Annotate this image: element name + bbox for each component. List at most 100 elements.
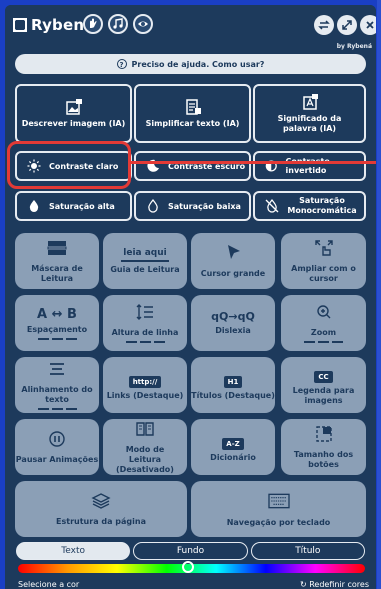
- high-saturation-button[interactable]: Saturação alta: [15, 191, 132, 221]
- reset-colors-label: Redefinir cores: [309, 580, 369, 589]
- word-meaning-label: Significado da palavra (IA): [277, 114, 342, 133]
- image-ai-icon: [65, 99, 82, 115]
- keyboard-nav-label: Navegação por teclado: [226, 517, 331, 527]
- expand-icon: [342, 20, 352, 30]
- high-saturation-label: Saturação alta: [49, 201, 115, 211]
- links-highlight-label: Links (Destaque): [106, 391, 184, 400]
- text-align-label: Alinhamento do texto: [21, 385, 93, 404]
- tab-title[interactable]: Título: [250, 542, 365, 560]
- link-icon: http://: [128, 376, 162, 388]
- low-saturation-label: Saturação baixa: [168, 201, 241, 211]
- magnify-cursor-label: Ampliar com o cursor: [291, 263, 356, 283]
- zoom-label: Zoom: [310, 328, 337, 337]
- accessibility-panel: Rybená by Rybená ? Preciso de ajuda. Com…: [5, 5, 376, 589]
- page-structure-button[interactable]: Estrutura da página: [15, 481, 187, 537]
- describe-image-label: Descrever imagem (IA): [21, 119, 126, 128]
- image-caption-button[interactable]: CC Legenda para imagens: [281, 357, 366, 413]
- sign-language-icon[interactable]: [83, 14, 103, 34]
- titles-highlight-label: Títulos (Destaque): [191, 391, 275, 400]
- cursor-icon: [228, 244, 240, 259]
- button-size-button[interactable]: Tamanho dos botões: [281, 419, 366, 475]
- reading-mode-label: Modo de Leitura (Desativado): [116, 444, 174, 474]
- simplify-text-button[interactable]: Simplificar texto (IA): [134, 84, 251, 143]
- reading-guide-label: Guia de Leitura: [110, 264, 180, 274]
- reading-guide-icon: leia aqui: [121, 248, 169, 262]
- reset-colors-button[interactable]: ↻ Redefinir cores: [300, 580, 369, 589]
- expand-button[interactable]: [337, 15, 357, 35]
- color-target-tabs: Texto Fundo Título: [16, 542, 365, 560]
- spacing-label: Espaçamento: [26, 324, 88, 334]
- dyslexia-button[interactable]: qQ→qQ Dislexia: [191, 295, 275, 351]
- rybena-logo-icon: [13, 18, 27, 32]
- reading-mask-icon: [47, 240, 67, 255]
- pause-animations-label: Pausar Animações: [15, 454, 99, 464]
- inverted-contrast-label: Contraste invertido: [285, 157, 330, 175]
- spacing-button[interactable]: A ↔ B Espaçamento: [15, 295, 99, 351]
- big-cursor-button[interactable]: Cursor grande: [191, 233, 275, 289]
- reading-mask-label: Máscara de Leitura: [31, 263, 83, 283]
- reading-mode-button[interactable]: Modo de Leitura (Desativado): [103, 419, 187, 475]
- line-height-label: Altura de linha: [111, 328, 179, 337]
- low-saturation-button[interactable]: Saturação baixa: [134, 191, 251, 221]
- byline: by Rybená: [336, 43, 372, 50]
- dictionary-ai-icon: [302, 94, 318, 110]
- settings-toggle-button[interactable]: [314, 15, 334, 35]
- text-align-icon: [50, 363, 64, 375]
- heading-icon: H1: [223, 376, 243, 388]
- panel-header: Rybená: [5, 5, 376, 45]
- zoom-icon: [316, 305, 330, 319]
- simplify-text-label: Simplificar texto (IA): [145, 119, 240, 128]
- resize-icon: [315, 425, 332, 442]
- help-button[interactable]: ? Preciso de ajuda. Como usar?: [15, 54, 366, 74]
- caption-icon: CC: [314, 371, 333, 383]
- titles-highlight-button[interactable]: H1 Títulos (Destaque): [191, 357, 275, 413]
- reading-guide-button[interactable]: leia aqui Guia de Leitura: [103, 233, 187, 289]
- page-edge: [377, 0, 381, 589]
- mono-saturation-button[interactable]: Saturação Monocromática: [253, 191, 366, 221]
- button-size-label: Tamanho dos botões: [293, 449, 354, 469]
- close-button[interactable]: [360, 15, 376, 35]
- word-meaning-button[interactable]: Significado da palavra (IA): [253, 84, 366, 143]
- reading-mask-button[interactable]: Máscara de Leitura: [15, 233, 99, 289]
- image-caption-label: Legenda para imagens: [292, 386, 355, 405]
- links-highlight-button[interactable]: http:// Links (Destaque): [103, 357, 187, 413]
- inverted-contrast-button[interactable]: Contraste invertido: [253, 151, 366, 181]
- spacing-icon: A ↔ B: [37, 306, 77, 322]
- select-color-label: Selecione a cor: [18, 580, 80, 589]
- tab-text[interactable]: Texto: [16, 542, 131, 560]
- zoom-button[interactable]: Zoom: [281, 295, 366, 351]
- pause-animations-button[interactable]: Pausar Animações: [15, 419, 99, 475]
- audio-reader-icon[interactable]: [108, 14, 128, 34]
- drop-filled-icon: [29, 200, 39, 212]
- book-icon: [136, 421, 154, 436]
- highlight-pointer-line: [128, 161, 376, 164]
- dictionary-button[interactable]: A-Z Dicionário: [191, 419, 275, 475]
- keyboard-icon: [267, 493, 290, 508]
- magnify-cursor-icon: [314, 239, 333, 256]
- reset-icon: ↻: [299, 580, 310, 589]
- color-slider-handle[interactable]: [182, 561, 194, 573]
- mono-saturation-label: Saturação Monocromática: [287, 196, 357, 215]
- tab-background[interactable]: Fundo: [133, 542, 248, 560]
- document-ai-icon: [185, 99, 201, 115]
- help-icon: ?: [116, 59, 127, 69]
- layers-icon: [91, 492, 111, 509]
- zoom-level: [304, 341, 343, 343]
- close-icon: [366, 21, 374, 29]
- text-align-button[interactable]: Alinhamento do texto: [15, 357, 99, 413]
- visual-accessibility-icon[interactable]: [133, 14, 153, 34]
- line-height-button[interactable]: Altura de linha: [103, 295, 187, 351]
- dictionary-label: Dicionário: [210, 453, 256, 462]
- pause-icon: [49, 430, 65, 447]
- page-structure-label: Estrutura da página: [56, 516, 146, 526]
- switch-icon: [318, 20, 330, 30]
- dictionary-icon: A-Z: [222, 438, 244, 450]
- dyslexia-label: Dislexia: [215, 326, 251, 335]
- keyboard-nav-button[interactable]: Navegação por teclado: [191, 481, 366, 537]
- dark-contrast-button[interactable]: Contraste escuro: [134, 151, 251, 181]
- help-label: Preciso de ajuda. Como usar?: [131, 59, 265, 69]
- drop-outline-icon: [148, 199, 158, 213]
- dyslexia-icon: qQ→qQ: [211, 310, 255, 323]
- magnify-cursor-button[interactable]: Ampliar com o cursor: [281, 233, 366, 289]
- describe-image-button[interactable]: Descrever imagem (IA): [15, 84, 132, 143]
